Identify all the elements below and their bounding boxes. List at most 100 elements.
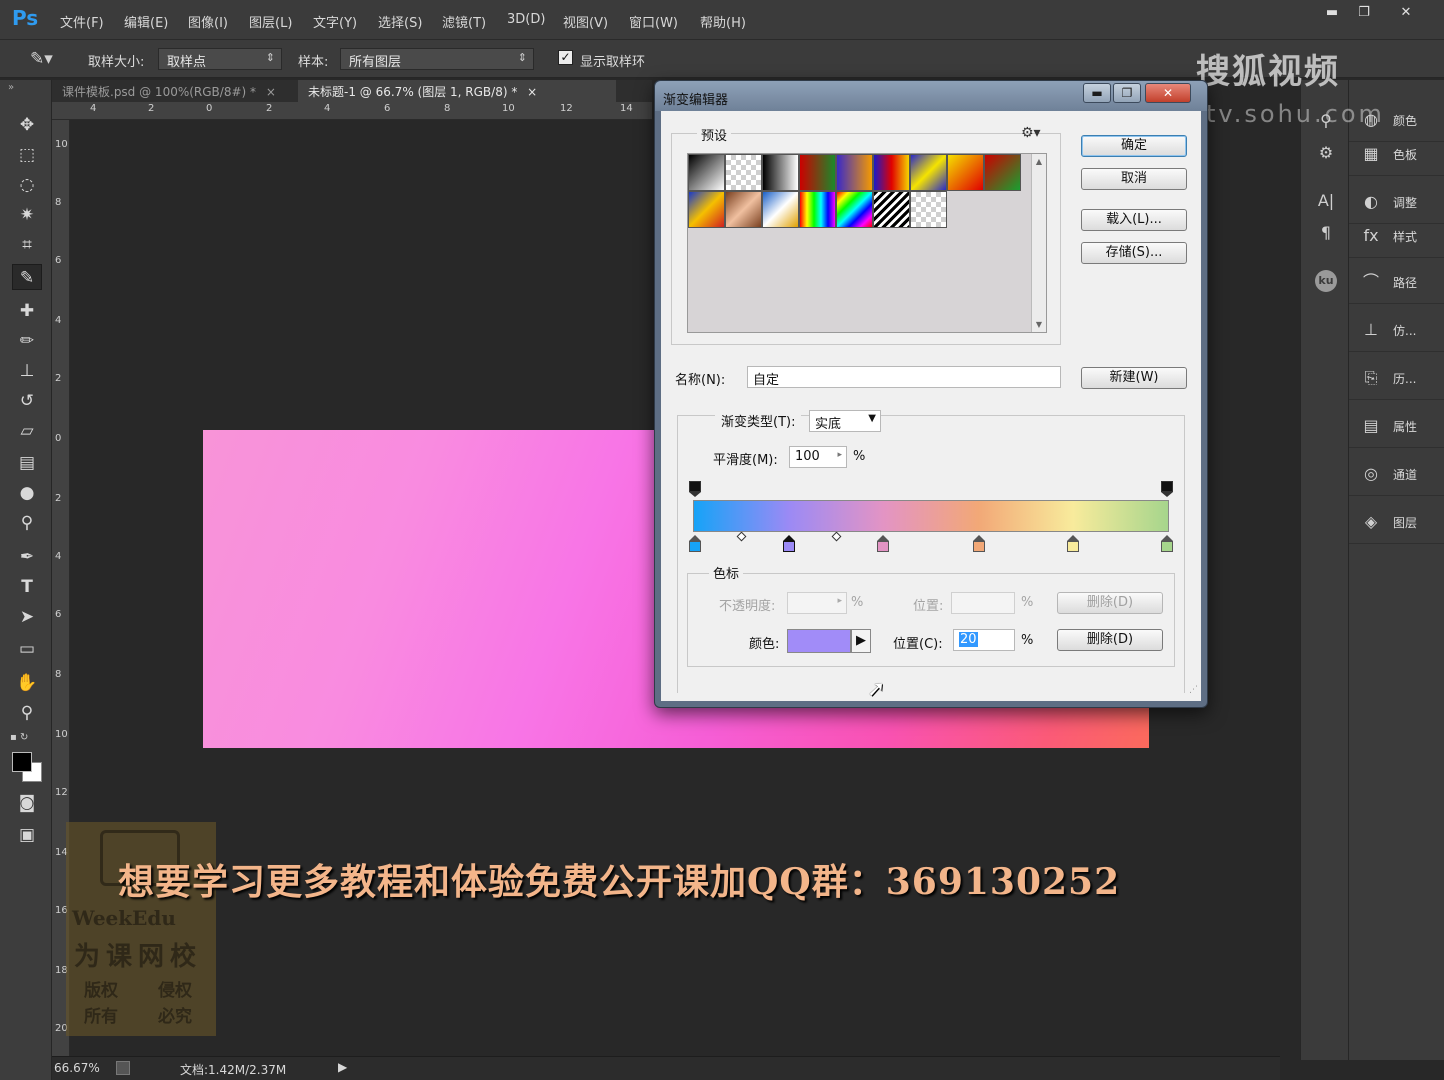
panel-clone-source[interactable]: ⊥ 仿...	[1349, 308, 1444, 352]
paragraph-icon[interactable]: ¶	[1315, 222, 1337, 244]
dialog-titlebar[interactable]: 渐变编辑器 ▬ ❐ ✕	[655, 81, 1207, 111]
save-button[interactable]: 存储(S)...	[1081, 242, 1187, 264]
preset-swatch[interactable]	[873, 191, 910, 228]
preset-swatch[interactable]	[762, 191, 799, 228]
color-stop[interactable]	[1067, 535, 1079, 553]
preset-swatch[interactable]	[688, 191, 725, 228]
color-stop[interactable]	[973, 535, 985, 553]
preset-swatch[interactable]	[984, 154, 1021, 191]
preset-swatch[interactable]	[762, 154, 799, 191]
clone-stamp-tool-icon[interactable]: ⊥	[12, 358, 42, 384]
panel-channels[interactable]: ◎ 通道	[1349, 452, 1444, 496]
cancel-button[interactable]: 取消	[1081, 168, 1187, 190]
menu-help[interactable]: 帮助(H)	[700, 12, 746, 31]
status-icon[interactable]	[116, 1061, 130, 1075]
eyedropper-tool-preset-icon[interactable]: ✎▾	[30, 49, 53, 69]
eyedropper-tool-icon[interactable]: ✎	[12, 264, 42, 290]
color-delete-button[interactable]: 删除(D)	[1057, 629, 1163, 651]
tab-close-icon[interactable]: ×	[266, 85, 276, 99]
blur-tool-icon[interactable]: ●	[12, 480, 42, 506]
panel-layers[interactable]: ◈ 图层	[1349, 500, 1444, 544]
healing-brush-tool-icon[interactable]: ✚	[12, 298, 42, 324]
default-colors-icon[interactable]: ▪ ↻	[10, 732, 28, 743]
menu-3d[interactable]: 3D(D)	[507, 12, 545, 27]
color-stop[interactable]	[877, 535, 889, 553]
panel-styles[interactable]: fx 样式	[1349, 214, 1444, 258]
preset-swatch[interactable]	[910, 191, 947, 228]
screen-mode-icon[interactable]: ▣	[12, 822, 42, 848]
menu-window[interactable]: 窗口(W)	[629, 12, 678, 31]
preset-swatch[interactable]	[799, 191, 836, 228]
tab-course-template[interactable]: 课件模板.psd @ 100%(RGB/8#) * ×	[52, 80, 298, 102]
magic-wand-tool-icon[interactable]: ✷	[12, 202, 42, 228]
quick-mask-icon[interactable]: ◙	[12, 790, 42, 816]
preset-swatch[interactable]	[725, 154, 762, 191]
hand-tool-icon[interactable]: ✋	[12, 670, 42, 696]
color-swatch[interactable]	[787, 629, 851, 653]
presets-scrollbar[interactable]: ▲ ▼	[1031, 154, 1046, 332]
opacity-stop-right[interactable]	[1161, 481, 1173, 497]
name-input[interactable]: 自定	[747, 366, 1061, 388]
color-stop[interactable]	[689, 535, 701, 553]
character-icon[interactable]: A|	[1315, 190, 1337, 212]
dialog-maximize-button[interactable]: ❐	[1113, 83, 1141, 103]
dialog-close-button[interactable]: ✕	[1145, 83, 1191, 103]
presets-gear-icon[interactable]: ⚙▾	[1021, 125, 1041, 141]
color-menu-arrow-icon[interactable]: ▶	[851, 629, 871, 653]
panel-history[interactable]: ⎘ 历...	[1349, 356, 1444, 400]
lasso-tool-icon[interactable]: ◌	[12, 172, 42, 198]
preset-swatch[interactable]	[799, 154, 836, 191]
scroll-up-icon[interactable]: ▲	[1032, 157, 1046, 166]
menu-filter[interactable]: 滤镜(T)	[442, 12, 486, 31]
sample-size-select[interactable]: 取样点 ⇕	[158, 48, 282, 70]
tab-close-icon[interactable]: ×	[527, 85, 537, 99]
load-button[interactable]: 载入(L)...	[1081, 209, 1187, 231]
resize-grip-icon[interactable]: ⋰	[1189, 685, 1198, 695]
panel-swatches[interactable]: ▦ 色板	[1349, 132, 1444, 176]
gradient-type-select[interactable]: 实底 ▼	[809, 410, 881, 432]
menu-image[interactable]: 图像(I)	[188, 12, 228, 31]
panel-properties[interactable]: ▤ 属性	[1349, 404, 1444, 448]
brush-tool-icon[interactable]: ✏	[12, 328, 42, 354]
minimize-button[interactable]: ▬	[1316, 3, 1348, 23]
color-position-input[interactable]: 20	[953, 629, 1015, 651]
eraser-tool-icon[interactable]: ▱	[12, 418, 42, 444]
zoom-level[interactable]: 66.67%	[54, 1061, 100, 1075]
status-menu-arrow-icon[interactable]: ▶	[338, 1060, 347, 1074]
color-stop-selected[interactable]	[783, 535, 795, 553]
preset-swatch[interactable]	[910, 154, 947, 191]
gradient-tool-icon[interactable]: ▤	[12, 450, 42, 476]
shape-tool-icon[interactable]: ▭	[12, 636, 42, 662]
move-tool-icon[interactable]: ✥	[12, 112, 42, 138]
opacity-stop-left[interactable]	[689, 481, 701, 497]
collapse-icon[interactable]: »	[8, 82, 14, 93]
sample-select[interactable]: 所有图层 ⇕	[340, 48, 534, 70]
preset-swatch[interactable]	[873, 154, 910, 191]
preset-swatch[interactable]	[688, 154, 725, 191]
dodge-tool-icon[interactable]: ⚲	[12, 510, 42, 536]
new-button[interactable]: 新建(W)	[1081, 367, 1187, 389]
dialog-minimize-button[interactable]: ▬	[1083, 83, 1111, 103]
gradient-bar[interactable]	[693, 500, 1169, 532]
panel-paths[interactable]: ⌒ 路径	[1349, 260, 1444, 304]
menu-view[interactable]: 视图(V)	[563, 12, 608, 31]
maximize-button[interactable]: ❐	[1348, 3, 1380, 23]
history-brush-tool-icon[interactable]: ↺	[12, 388, 42, 414]
preset-swatch[interactable]	[836, 154, 873, 191]
kuler-icon[interactable]: ku	[1315, 270, 1337, 292]
marquee-tool-icon[interactable]: ⬚	[12, 142, 42, 168]
ok-button[interactable]: 确定	[1081, 135, 1187, 157]
menu-file[interactable]: 文件(F)	[60, 12, 104, 31]
stepper-arrow-icon[interactable]: ▸	[837, 450, 842, 460]
menu-type[interactable]: 文字(Y)	[313, 12, 357, 31]
color-stop[interactable]	[1161, 535, 1173, 553]
type-tool-icon[interactable]: T	[12, 574, 42, 600]
menu-layer[interactable]: 图层(L)	[249, 12, 292, 31]
pen-tool-icon[interactable]: ✒	[12, 544, 42, 570]
brush-settings-icon[interactable]: ⚙	[1315, 142, 1337, 164]
scroll-down-icon[interactable]: ▼	[1032, 320, 1046, 329]
foreground-color-swatch[interactable]	[12, 752, 32, 772]
zoom-tool-icon[interactable]: ⚲	[12, 700, 42, 726]
preset-swatch[interactable]	[836, 191, 873, 228]
menu-select[interactable]: 选择(S)	[378, 12, 422, 31]
